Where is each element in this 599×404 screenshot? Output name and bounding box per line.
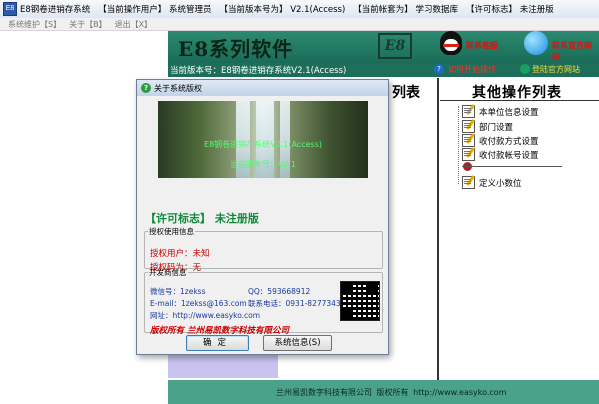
op-item-decimal-places[interactable]: 定义小数位 <box>462 175 522 189</box>
op-item-label: 收付款帐号设置 <box>479 150 539 161</box>
document-edit-icon <box>462 175 475 189</box>
license-status: 【许可标志】 未注册版 <box>145 212 259 225</box>
menu-exit[interactable]: 退出【X】 <box>115 19 152 30</box>
footer-text: 兰州易凯数字科技有限公司 版权所有 http://www.easyko.com <box>276 388 507 397</box>
dev-phone: 联系电话：0931-8277343 <box>248 299 341 308</box>
menu-about[interactable]: 关于【B】 <box>69 19 107 30</box>
op-item-payment-account[interactable]: 收付款帐号设置 <box>462 147 539 161</box>
dialog-title-bar[interactable]: ? 关于系统版权 <box>137 80 388 96</box>
auth-info-group: 授权使用信息 授权用户：未知 授权码为：无 <box>144 226 383 273</box>
version-text: 当前版本号：E8钢卷进销存系统V2.1(Access) <box>170 66 347 76</box>
title-license: 【许可标志】 未注册版 <box>466 5 554 15</box>
operation-list-title: 列表 <box>392 85 420 101</box>
document-edit-icon <box>462 104 475 118</box>
about-dialog: ? 关于系统版权 E8钢卷进销存系统V2.1(Access) 当前版本号：V2.… <box>136 79 389 355</box>
official-site-link[interactable]: 联系官方网站 <box>552 40 599 62</box>
dev-group-legend: 开发商信息 <box>149 268 187 277</box>
op-item-company-info[interactable]: 本单位信息设置 <box>462 104 539 118</box>
op-item-payment-method[interactable]: 收付款方式设置 <box>462 133 539 147</box>
qr-code <box>340 281 380 321</box>
brand-title: E8系列软件 <box>178 37 294 61</box>
info-icon: ? <box>141 83 151 93</box>
auth-group-legend: 授权使用信息 <box>149 227 194 236</box>
list-separator <box>462 166 562 167</box>
op-item-label: 本单位信息设置 <box>479 107 539 118</box>
globe-icon[interactable] <box>524 31 548 55</box>
title-current-user: 【当前操作用户】 系统管理员 <box>98 5 212 15</box>
right-title-divider <box>440 100 599 101</box>
other-operations-title: 其他操作列表 <box>472 85 562 101</box>
how-to-start-link[interactable]: 如何开始操作 <box>448 64 496 75</box>
help-icon[interactable]: ? <box>434 64 444 74</box>
column-divider <box>437 78 439 380</box>
qq-contact-link[interactable]: 联系客服 <box>466 40 498 51</box>
e8-logo: E8 <box>378 33 412 59</box>
op-item-label: 收付款方式设置 <box>479 136 539 147</box>
dev-website: 网址：http://www.easyko.com <box>150 311 261 320</box>
qq-penguin-icon[interactable] <box>440 31 462 55</box>
menu-system-maintenance[interactable]: 系统维护【S】 <box>8 19 61 30</box>
app-icon: E8 <box>3 2 17 16</box>
dev-wechat: 微信号：1zekss <box>150 287 206 296</box>
title-account-set: 【当前帐套为】 学习数据库 <box>353 5 458 15</box>
ok-button[interactable]: 确定 <box>186 335 249 351</box>
splash-version-caption: 当前版本号：V2.1 <box>229 160 297 169</box>
dev-email: E-mail：1zekss@163.com <box>150 299 247 308</box>
title-app-name: E8钢卷进销存系统 <box>20 5 91 15</box>
tree-line <box>458 106 460 184</box>
developer-info-group: 开发商信息 微信号：1zekss QQ：593668912 E-mail：1ze… <box>144 267 383 336</box>
menu-bar: 系统维护【S】 关于【B】 退出【X】 <box>0 18 599 31</box>
op-item-label: 部门设置 <box>479 122 514 133</box>
document-edit-icon <box>462 133 475 147</box>
system-info-button[interactable]: 系统信息(S) <box>263 335 332 351</box>
login-icon[interactable] <box>520 64 530 74</box>
title-version: 【当前版本号为】 V2.1(Access) <box>219 5 346 15</box>
title-bar: E8 E8钢卷进销存系统 【当前操作用户】 系统管理员 【当前版本号为】 V2.… <box>0 0 599 19</box>
document-edit-icon <box>462 147 475 161</box>
waterfall-splash-image: E8钢卷进销存系统V2.1(Access) 当前版本号：V2.1 <box>158 101 368 178</box>
dev-qq: QQ：593668912 <box>248 287 311 296</box>
op-item-label: 定义小数位 <box>479 178 522 189</box>
document-edit-icon <box>462 119 475 133</box>
login-official-site-link[interactable]: 登陆官方网站 <box>532 64 580 75</box>
op-item-department[interactable]: 部门设置 <box>462 119 514 133</box>
splash-caption: E8钢卷进销存系统V2.1(Access) <box>204 140 322 149</box>
dialog-title: 关于系统版权 <box>154 83 202 93</box>
auth-user: 授权用户：未知 <box>150 249 210 259</box>
